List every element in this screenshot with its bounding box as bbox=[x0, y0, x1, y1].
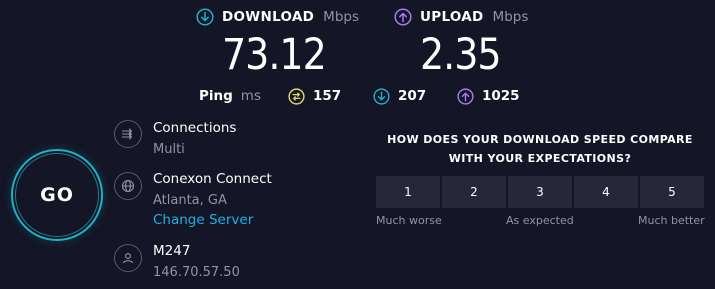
rating-option-5[interactable]: 5 bbox=[640, 176, 704, 208]
ping-upload: 1025 bbox=[457, 86, 520, 106]
go-button-label: GO bbox=[40, 184, 74, 206]
rating-option-2[interactable]: 2 bbox=[442, 176, 506, 208]
arrow-down-circle-icon bbox=[373, 87, 390, 105]
change-server-link[interactable]: Change Server bbox=[153, 212, 272, 228]
host-provider: M247 bbox=[153, 243, 191, 259]
rating-high-label: Much better bbox=[638, 214, 705, 227]
rating-option-3[interactable]: 3 bbox=[508, 176, 572, 208]
server-location: Atlanta, GA bbox=[153, 193, 227, 208]
ping-label: Ping bbox=[199, 88, 233, 104]
connections-icon bbox=[114, 120, 142, 148]
go-button[interactable]: GO bbox=[15, 153, 99, 237]
download-value: 73.12 bbox=[222, 30, 327, 80]
download-unit: Mbps bbox=[323, 9, 359, 25]
upload-label: UPLOAD bbox=[420, 9, 484, 25]
upload-value: 2.35 bbox=[420, 30, 502, 80]
download-speed: DOWNLOAD Mbps 73.12 bbox=[196, 6, 359, 79]
ping-download-value: 207 bbox=[398, 88, 427, 104]
globe-icon bbox=[114, 172, 142, 200]
host-ip: 146.70.57.50 bbox=[153, 265, 240, 280]
survey-question-line2: WITH YOUR EXPECTATIONS? bbox=[448, 152, 632, 165]
connections-title: Connections bbox=[153, 120, 237, 136]
connections-mode[interactable]: Multi bbox=[153, 142, 236, 157]
survey-question: HOW DOES YOUR DOWNLOAD SPEED COMPARE WIT… bbox=[376, 130, 704, 168]
rating-option-4[interactable]: 4 bbox=[574, 176, 638, 208]
arrow-up-circle-icon bbox=[394, 8, 412, 26]
rating-scale: 1 2 3 4 5 bbox=[376, 176, 704, 208]
speedtest-results-panel: DOWNLOAD Mbps 73.12 UPLOAD Mbps 2.35 Pin… bbox=[0, 0, 715, 289]
rating-mid-label: As expected bbox=[506, 214, 574, 227]
ping-unit: ms bbox=[240, 88, 261, 104]
ping-download: 207 bbox=[373, 86, 426, 106]
arrow-up-circle-icon bbox=[457, 87, 474, 105]
ping-idle-value: 157 bbox=[313, 88, 342, 104]
upload-speed: UPLOAD Mbps 2.35 bbox=[394, 6, 529, 79]
ping-upload-value: 1025 bbox=[482, 88, 520, 104]
server-name: Conexon Connect bbox=[153, 171, 272, 187]
rating-option-1[interactable]: 1 bbox=[376, 176, 440, 208]
ping-icon bbox=[288, 87, 305, 105]
download-label: DOWNLOAD bbox=[222, 9, 315, 25]
ping-idle: 157 bbox=[288, 86, 341, 106]
arrow-down-circle-icon bbox=[196, 8, 214, 26]
user-icon bbox=[114, 244, 142, 272]
upload-unit: Mbps bbox=[492, 9, 529, 25]
survey-question-line1: HOW DOES YOUR DOWNLOAD SPEED COMPARE bbox=[387, 133, 693, 146]
ping-row: Ping ms bbox=[199, 86, 261, 106]
rating-low-label: Much worse bbox=[376, 214, 442, 227]
